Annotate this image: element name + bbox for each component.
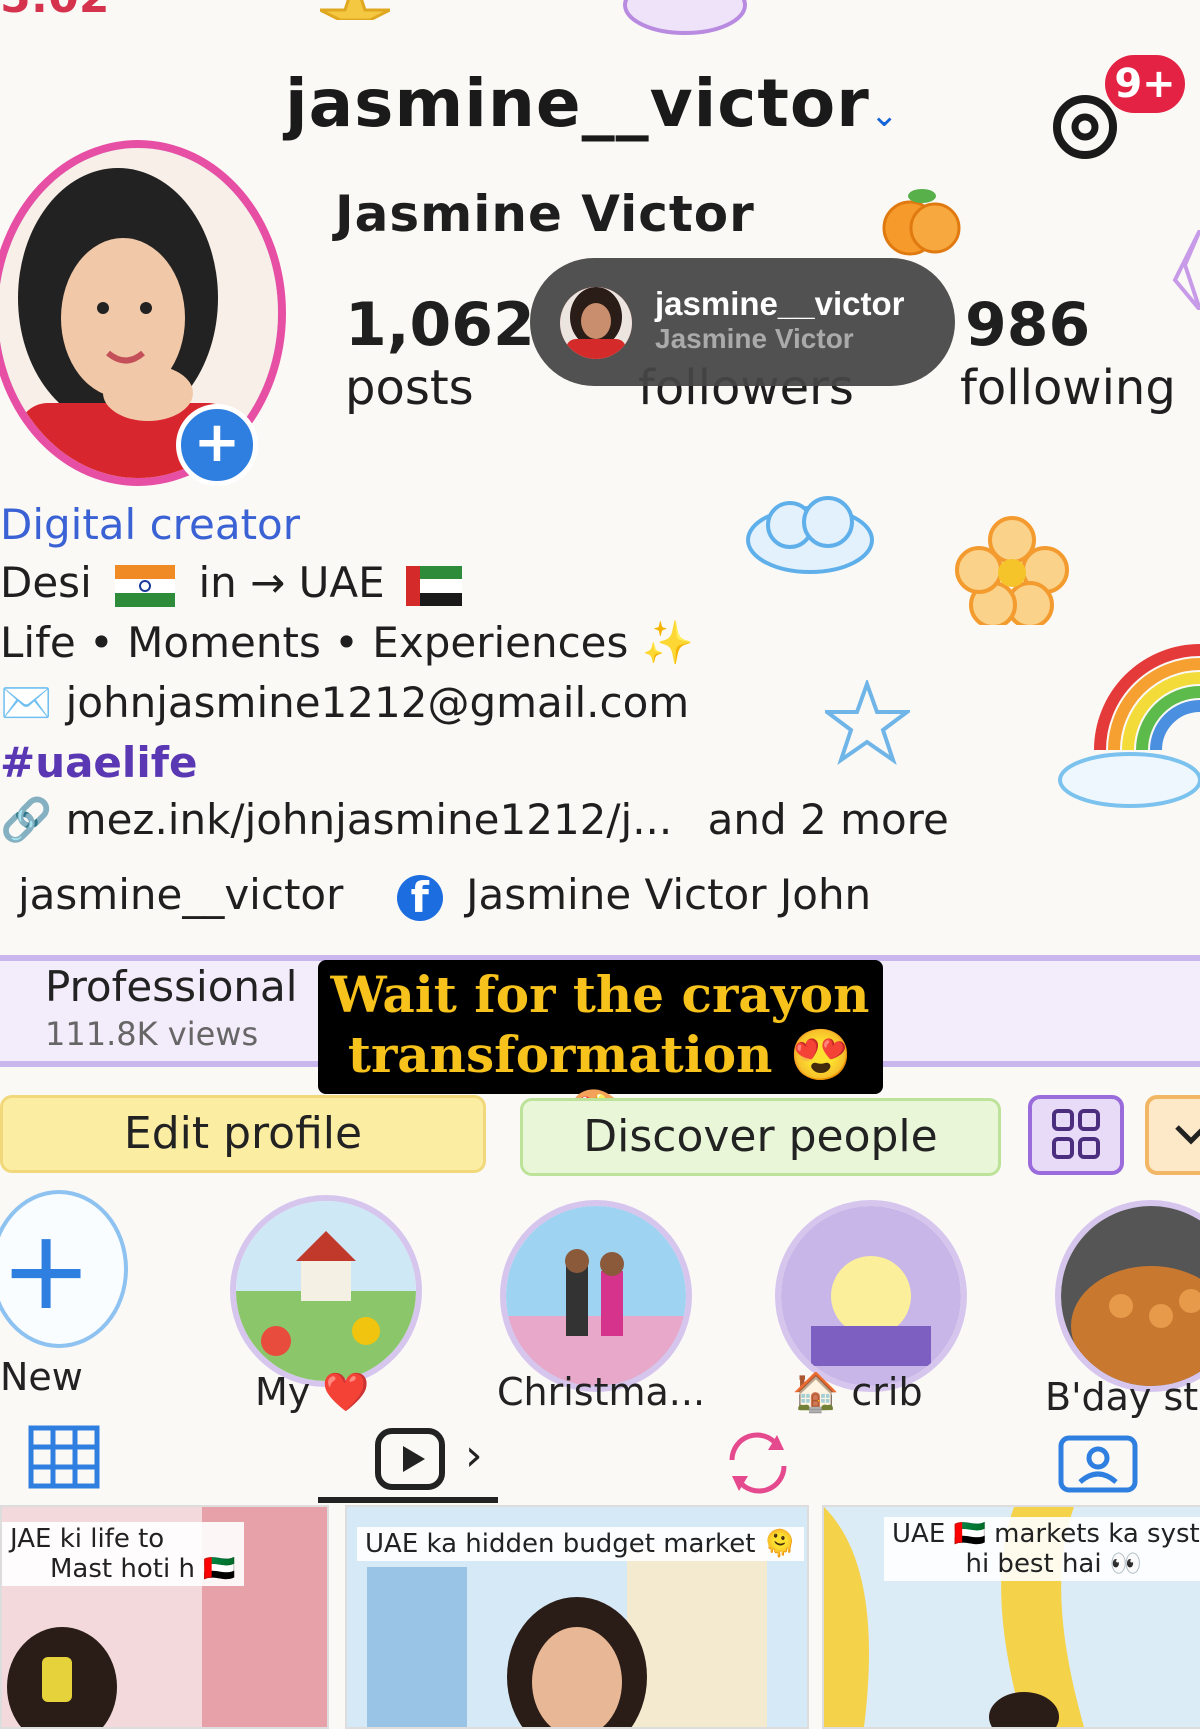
status-time: 5:02: [0, 0, 109, 23]
following-label[interactable]: following: [960, 360, 1176, 416]
post-tile[interactable]: JAE ki life to Mast hoti h 🇦🇪: [0, 1505, 329, 1729]
bio-link[interactable]: mez.ink/johnjasmine1212/j...: [66, 795, 673, 844]
post-tile[interactable]: UAE ka hidden budget market 🫠: [345, 1505, 809, 1729]
bio-email[interactable]: johnjasmine1212@gmail.com: [66, 678, 690, 727]
social-links-row: jasmine__victor f Jasmine Victor John: [18, 870, 871, 921]
bio-link-row[interactable]: 🔗 mez.ink/johnjasmine1212/j... and 2 mor…: [0, 795, 949, 845]
post-caption-2-line-1: UAE ka hidden budget market 🫠: [365, 1529, 797, 1559]
profile-full-name: Jasmine Victor: [335, 185, 755, 243]
highlight-label-new: New: [0, 1355, 83, 1399]
chevron-down-icon: [1175, 1125, 1200, 1145]
qr-code-button[interactable]: [1028, 1095, 1124, 1175]
highlight-bday[interactable]: [1055, 1200, 1200, 1392]
star-doodle-icon: [1172, 230, 1200, 310]
chevron-down-button[interactable]: [1145, 1095, 1200, 1175]
flower-doodle-icon: [955, 516, 1069, 625]
cloud-doodle-icon: [746, 496, 874, 574]
post-caption-3-line-1: UAE 🇦🇪 markets ka syste: [892, 1519, 1200, 1549]
reels-tab-icon[interactable]: [375, 1428, 445, 1490]
star-doodle-icon: [320, 0, 390, 20]
tagged-tab-icon[interactable]: [1058, 1430, 1138, 1494]
bio-email-line[interactable]: ✉️ johnjasmine1212@gmail.com: [0, 678, 689, 728]
post-tile[interactable]: UAE 🇦🇪 markets ka syste hi best hai 👀: [822, 1505, 1200, 1729]
envelope-icon: ✉️: [0, 678, 53, 727]
india-flag-icon: [115, 564, 176, 607]
grid-tab-icon[interactable]: [28, 1425, 100, 1489]
post-caption-3-line-2: hi best hai 👀: [965, 1549, 1143, 1579]
pill-avatar: [560, 287, 632, 359]
facebook-name[interactable]: Jasmine Victor John: [466, 870, 871, 919]
pill-name: Jasmine Victor: [655, 323, 854, 354]
post-caption-2: UAE ka hidden budget market 🫠: [357, 1527, 805, 1561]
professional-views[interactable]: 111.8K views: [45, 1015, 258, 1053]
highlight-christmas[interactable]: [500, 1200, 692, 1392]
highlight-label-bday: B'day st: [1045, 1375, 1199, 1419]
uae-flag-icon: [406, 565, 463, 606]
following-count[interactable]: 986: [965, 290, 1090, 360]
cloud-doodle-icon: [623, 0, 747, 35]
plus-icon: +: [0, 1206, 93, 1334]
add-story-button[interactable]: +: [176, 404, 258, 486]
orange-doodle-icon: [882, 189, 961, 256]
post-caption-3: UAE 🇦🇪 markets ka syste hi best hai 👀: [884, 1517, 1200, 1581]
bio-line-1b: in → UAE: [198, 558, 385, 607]
chevron-right-icon[interactable]: ›: [465, 1430, 483, 1481]
post-caption-1: JAE ki life to Mast hoti h 🇦🇪: [2, 1522, 244, 1586]
posts-count[interactable]: 1,062: [345, 290, 535, 360]
professional-title[interactable]: Professional: [45, 962, 297, 1011]
edit-profile-button[interactable]: Edit profile: [0, 1095, 486, 1173]
highlight-my[interactable]: [230, 1195, 422, 1387]
profile-category: Digital creator: [0, 500, 301, 549]
facebook-icon: f: [396, 874, 443, 921]
bio-line-1a: Desi: [0, 558, 92, 607]
highlight-label-crib: 🏠 crib: [792, 1370, 923, 1414]
notification-badge[interactable]: 9+: [1105, 55, 1185, 113]
active-tab-indicator: [318, 1497, 498, 1503]
pill-username: jasmine__victor: [655, 285, 905, 322]
bio-line-2: Life • Moments • Experiences ✨: [0, 618, 695, 667]
threads-handle[interactable]: jasmine__victor: [18, 870, 343, 919]
post-caption-1-line-2: Mast hoti h 🇦🇪: [50, 1554, 236, 1584]
posts-label[interactable]: posts: [345, 360, 474, 416]
qr-code-icon: [1052, 1109, 1100, 1159]
highlight-label-christmas: Christma...: [497, 1370, 706, 1414]
post-caption-1-line-1: JAE ki life to: [10, 1524, 165, 1554]
bio-line-1: Desi in → UAE: [0, 558, 470, 607]
bio-hashtag[interactable]: #uaelife: [0, 738, 197, 787]
chevron-down-icon[interactable]: ⌄: [870, 95, 899, 135]
star-doodle-icon: [825, 680, 910, 765]
cloud-doodle-icon: [1058, 752, 1200, 808]
link-icon: 🔗: [0, 795, 53, 844]
highlight-label-my: My ❤️: [255, 1370, 370, 1414]
repost-tab-icon[interactable]: [722, 1430, 794, 1496]
bio-link-more[interactable]: and 2 more: [708, 795, 949, 844]
highlight-crib[interactable]: [775, 1200, 967, 1392]
discover-people-button[interactable]: Discover people: [520, 1098, 1001, 1176]
profile-username[interactable]: jasmine__victor: [285, 65, 870, 142]
